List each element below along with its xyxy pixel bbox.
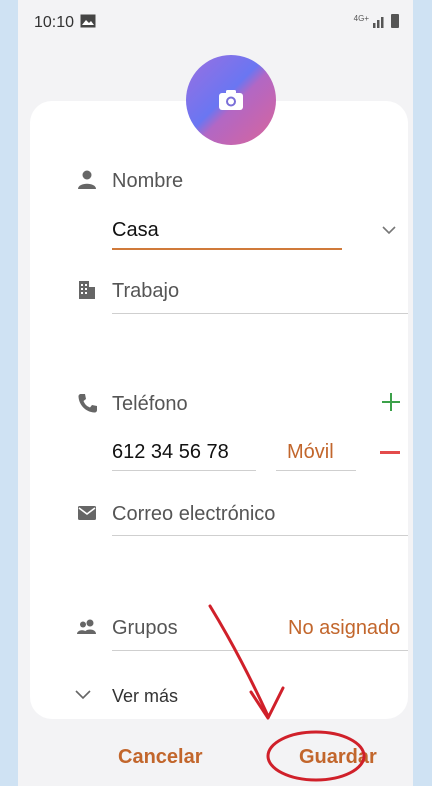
- status-time: 10:10: [34, 14, 75, 31]
- chevron-down-icon[interactable]: [74, 689, 92, 700]
- signal-icon: [373, 17, 384, 28]
- see-more-button[interactable]: Ver más: [112, 686, 178, 707]
- name-field[interactable]: Casa: [112, 219, 159, 242]
- email-field-underline: [112, 535, 408, 536]
- status-bar: 10:10 4G+: [18, 0, 413, 44]
- building-icon: [79, 281, 95, 299]
- cancel-button[interactable]: Cancelar: [118, 746, 203, 769]
- save-button[interactable]: Guardar: [299, 746, 377, 769]
- phone-label: Teléfono: [112, 393, 188, 415]
- remove-phone-icon[interactable]: [380, 451, 400, 454]
- add-phone-icon[interactable]: [380, 391, 402, 413]
- phone-screen: 10:10 4G+ Nombre Casa Trabajo Teléfono 6…: [18, 0, 413, 786]
- person-icon: [78, 170, 96, 189]
- groups-value[interactable]: No asignado: [288, 617, 400, 640]
- photo-avatar-button[interactable]: [186, 55, 276, 145]
- phone-type-dropdown[interactable]: Móvil: [287, 441, 334, 464]
- work-field-underline: [112, 313, 408, 314]
- camera-icon: [219, 90, 243, 110]
- phone-icon: [78, 394, 97, 413]
- name-field-underline: [112, 248, 342, 250]
- battery-icon: [391, 14, 399, 28]
- gallery-icon: [80, 14, 96, 28]
- email-icon: [78, 506, 96, 520]
- name-label: Nombre: [112, 170, 184, 192]
- work-field[interactable]: Trabajo: [112, 280, 179, 303]
- chevron-down-icon[interactable]: [381, 225, 397, 235]
- phone-number-field[interactable]: 612 34 56 78: [112, 441, 229, 464]
- phone-number-underline: [112, 470, 256, 471]
- email-field[interactable]: Correo electrónico: [112, 503, 275, 526]
- groups-icon: [77, 619, 96, 634]
- groups-label[interactable]: Grupos: [112, 617, 178, 640]
- phone-type-underline: [276, 470, 356, 471]
- groups-underline: [112, 650, 408, 651]
- network-type: 4G+: [353, 14, 369, 23]
